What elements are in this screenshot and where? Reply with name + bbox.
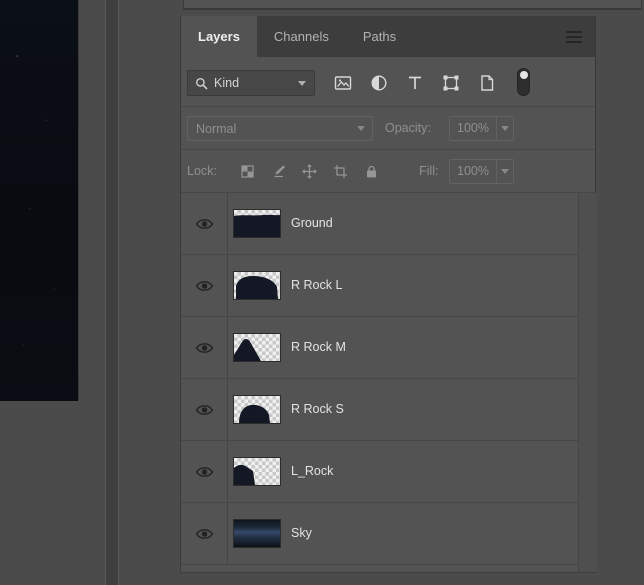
layer-name: R Rock S: [291, 402, 344, 416]
layer-thumbnail[interactable]: [234, 520, 280, 547]
layer-row-r-rock-m[interactable]: R Rock M: [181, 317, 578, 379]
blend-mode-select[interactable]: Normal: [187, 116, 373, 141]
opacity-dropdown[interactable]: [496, 117, 513, 140]
chevron-down-icon: [501, 126, 509, 131]
layers-panel: Layers Channels Paths Kind Normal Opacit…: [180, 16, 597, 573]
layer-thumbnail[interactable]: [234, 210, 280, 237]
lock-buttons: [239, 159, 380, 184]
fill-dropdown[interactable]: [496, 160, 513, 183]
panel-tab-bar: Layers Channels Paths: [181, 16, 595, 57]
blend-mode-value: Normal: [196, 121, 237, 136]
scrollbar-track[interactable]: [578, 193, 597, 572]
lock-all-icon[interactable]: [363, 163, 380, 180]
opacity-input[interactable]: 100%: [449, 116, 514, 141]
layer-row-sky[interactable]: Sky: [181, 503, 578, 565]
eye-icon: [195, 528, 213, 539]
panel-dock-divider[interactable]: [105, 0, 119, 585]
layer-thumbnail[interactable]: [234, 396, 280, 423]
panel-above-edge: [183, 0, 642, 10]
fill-input[interactable]: 100%: [449, 159, 514, 184]
opacity-label: Opacity:: [385, 121, 431, 135]
layer-row-ground[interactable]: Ground: [181, 193, 578, 255]
fill-label: Fill:: [419, 164, 439, 178]
type-layer-filter-icon[interactable]: [405, 73, 425, 93]
layer-name: R Rock L: [291, 278, 343, 292]
smart-object-filter-icon[interactable]: [477, 73, 497, 93]
document-canvas[interactable]: [0, 0, 79, 401]
panel-menu-icon[interactable]: [566, 31, 582, 43]
opacity-value: 100%: [457, 121, 489, 135]
pixel-layer-filter-icon[interactable]: [333, 73, 353, 93]
chevron-down-icon: [501, 169, 509, 174]
shape-layer-filter-icon[interactable]: [441, 73, 461, 93]
eye-icon: [195, 218, 213, 229]
filter-type-buttons: [333, 70, 497, 96]
search-icon: [195, 77, 208, 90]
tab-channels[interactable]: Channels: [257, 16, 346, 57]
visibility-toggle[interactable]: [181, 379, 228, 440]
layer-row-r-rock-l[interactable]: R Rock L: [181, 255, 578, 317]
visibility-toggle[interactable]: [181, 503, 228, 564]
lock-label: Lock:: [187, 164, 217, 178]
layer-row-r-rock-s[interactable]: R Rock S: [181, 379, 578, 441]
fill-value: 100%: [457, 164, 489, 178]
layer-list: Ground R Rock L R Rock M R Rock S L_Rock…: [181, 192, 597, 572]
filter-toggle-ball: [519, 71, 528, 79]
blend-row: Normal Opacity: 100%: [181, 106, 595, 150]
layer-thumbnail[interactable]: [234, 458, 280, 485]
layer-thumbnail[interactable]: [234, 272, 280, 299]
tab-layers[interactable]: Layers: [181, 16, 257, 57]
filter-toggle-pill[interactable]: [517, 68, 530, 96]
tab-paths[interactable]: Paths: [346, 16, 413, 57]
lock-position-icon[interactable]: [301, 163, 318, 180]
layer-row-l-rock[interactable]: L_Rock: [181, 441, 578, 503]
eye-icon: [195, 280, 213, 291]
lock-transparency-icon[interactable]: [239, 163, 256, 180]
layer-name: R Rock M: [291, 340, 346, 354]
lock-image-icon[interactable]: [270, 163, 287, 180]
layer-name: Ground: [291, 216, 333, 230]
visibility-toggle[interactable]: [181, 317, 228, 378]
filter-kind-select[interactable]: Kind: [187, 70, 315, 96]
eye-icon: [195, 404, 213, 415]
adjustment-layer-filter-icon[interactable]: [369, 73, 389, 93]
layer-thumbnail[interactable]: [234, 334, 280, 361]
layer-name: L_Rock: [291, 464, 334, 478]
filter-kind-label: Kind: [214, 76, 240, 90]
eye-icon: [195, 342, 213, 353]
eye-icon: [195, 466, 213, 477]
visibility-toggle[interactable]: [181, 441, 228, 502]
visibility-toggle[interactable]: [181, 255, 228, 316]
layer-filter-row: Kind: [181, 57, 595, 106]
chevron-down-icon: [357, 126, 365, 131]
lock-row: Lock: Fill: 100%: [181, 149, 595, 193]
visibility-toggle[interactable]: [181, 193, 228, 254]
chevron-down-icon: [298, 81, 306, 86]
layer-name: Sky: [291, 526, 312, 540]
lock-artboard-icon[interactable]: [332, 163, 349, 180]
